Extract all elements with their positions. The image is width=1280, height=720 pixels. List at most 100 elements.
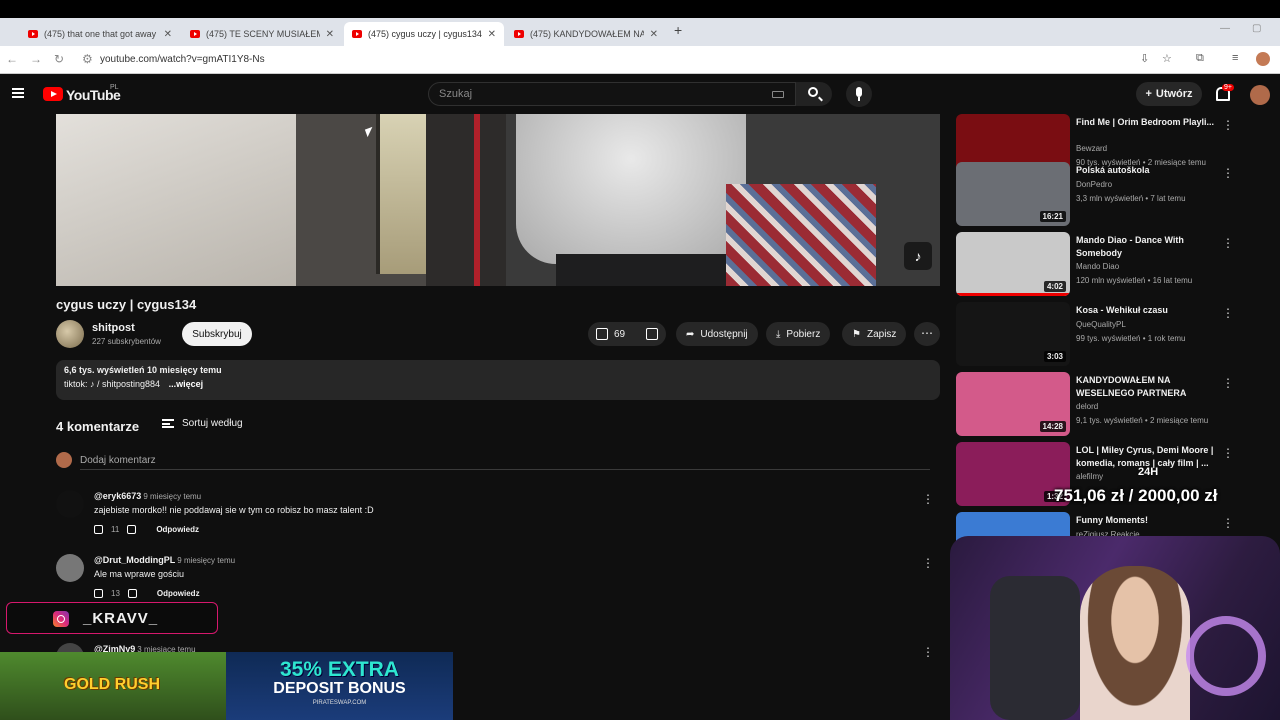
webcam-chair bbox=[990, 576, 1080, 720]
add-comment-input[interactable] bbox=[80, 452, 930, 470]
site-info-icon[interactable]: ⚙ bbox=[82, 52, 93, 66]
search-button[interactable] bbox=[796, 82, 832, 106]
share-button[interactable]: ➦ Udostępnij bbox=[676, 322, 758, 346]
browser-tab-active[interactable]: (475) cygus uczy | cygus134 - Y ✕ bbox=[344, 22, 504, 46]
instagram-icon bbox=[53, 611, 69, 627]
kebab-menu-icon[interactable]: ⋮ bbox=[1222, 236, 1234, 250]
url-text[interactable]: youtube.com/watch?v=gmATI1Y8-Ns bbox=[100, 54, 265, 65]
install-icon[interactable]: ⇩ bbox=[1140, 52, 1149, 65]
kebab-menu-icon[interactable]: ⋮ bbox=[922, 492, 934, 506]
create-button[interactable]: + Utwórz bbox=[1136, 82, 1202, 106]
os-top-bar bbox=[0, 0, 1280, 18]
tab-label: (475) that one that got away re bbox=[44, 29, 158, 39]
search-input[interactable] bbox=[429, 83, 759, 105]
star-icon[interactable]: ☆ bbox=[1162, 52, 1172, 65]
recommended-video[interactable]: 4:02 Mando Diao - Dance With Somebody Mand… bbox=[956, 232, 1266, 296]
save-label: Zapisz bbox=[866, 328, 897, 340]
recommended-title[interactable]: Funny Moments! bbox=[1076, 514, 1226, 527]
commenter-handle[interactable]: @eryk6673 9 miesięcy temu bbox=[94, 491, 201, 501]
thumbs-down-icon[interactable] bbox=[127, 525, 137, 534]
subscribe-button[interactable]: Subskrybuj bbox=[182, 322, 252, 346]
tiktok-watermark-icon: ♪ bbox=[904, 242, 932, 270]
ad-left-text: GOLD RUSH bbox=[64, 676, 160, 693]
kebab-menu-icon[interactable]: ⋮ bbox=[1222, 516, 1234, 530]
kebab-menu-icon[interactable]: ⋮ bbox=[1222, 376, 1234, 390]
recommended-title[interactable]: Polská autoškola bbox=[1076, 164, 1226, 177]
browser-profile-avatar[interactable] bbox=[1256, 52, 1270, 66]
recommended-channel[interactable]: alefilmy bbox=[1076, 472, 1103, 481]
kebab-menu-icon[interactable]: ⋮ bbox=[1222, 306, 1234, 320]
video-player[interactable]: ♪ bbox=[56, 114, 940, 286]
video-thumbnail[interactable]: 14:28 bbox=[956, 372, 1070, 436]
browser-tab[interactable]: (475) TE SCENY MUSIAŁEM W ✕ bbox=[182, 22, 342, 46]
comment-actions: 11 Odpowiedz bbox=[94, 525, 199, 534]
media-icon[interactable]: ≡ bbox=[1232, 52, 1238, 64]
sort-comments-button[interactable]: Sortuj według bbox=[162, 418, 243, 429]
kebab-menu-icon[interactable]: ⋮ bbox=[1222, 166, 1234, 180]
close-icon[interactable]: ✕ bbox=[164, 29, 172, 40]
kebab-menu-icon[interactable]: ⋮ bbox=[922, 556, 934, 570]
browser-tab[interactable]: (475) KANDYDOWAŁEM NA W ✕ bbox=[506, 22, 666, 46]
recommended-channel[interactable]: Mando Diao bbox=[1076, 262, 1119, 271]
download-label: Pobierz bbox=[786, 328, 821, 340]
recommended-title[interactable]: Find Me | Orim Bedroom Playli... bbox=[1076, 116, 1226, 129]
sort-label: Sortuj według bbox=[182, 418, 243, 429]
youtube-header: YouTube PL + Utwórz 9+ bbox=[0, 76, 1280, 114]
recommended-title[interactable]: KANDYDOWAŁEM NA WESELNEGO PARTNERA bbox=[1076, 374, 1226, 400]
commenter-handle[interactable]: @Drut_ModdingPL 9 miesięcy temu bbox=[94, 555, 235, 565]
thumbs-up-icon[interactable] bbox=[94, 525, 103, 534]
video-thumbnail[interactable]: 4:02 bbox=[956, 232, 1070, 296]
channel-avatar[interactable] bbox=[56, 320, 84, 348]
forward-icon[interactable]: → bbox=[30, 52, 42, 66]
comment-item: @eryk6673 9 miesięcy temu zajebiste mordk… bbox=[56, 490, 936, 546]
thumbs-down-icon[interactable] bbox=[127, 589, 137, 598]
commenter-avatar[interactable] bbox=[56, 554, 84, 582]
youtube-logo-icon[interactable] bbox=[43, 87, 63, 101]
youtube-favicon-icon bbox=[190, 30, 200, 38]
reply-button[interactable]: Odpowiedz bbox=[156, 525, 199, 534]
video-description[interactable]: 6,6 tys. wyświetleń 10 miesięcy temu tik… bbox=[56, 360, 940, 400]
kebab-menu-icon[interactable]: ⋮ bbox=[1222, 118, 1234, 132]
recommended-title[interactable]: Mando Diao - Dance With Somebody bbox=[1076, 234, 1226, 260]
recommended-video[interactable]: 3:03 Kosa - Wehikuł czasu QueQualityPL 99 t… bbox=[956, 302, 1266, 366]
reload-icon[interactable]: ↻ bbox=[54, 52, 64, 66]
recommended-title[interactable]: Kosa - Wehikuł czasu bbox=[1076, 304, 1226, 317]
hamburger-menu-icon[interactable] bbox=[12, 88, 24, 98]
video-frame-window bbox=[376, 114, 426, 274]
save-button[interactable]: ⚑ Zapisz bbox=[842, 322, 907, 346]
new-tab-icon[interactable]: + bbox=[674, 22, 682, 38]
keyboard-icon[interactable] bbox=[772, 91, 784, 98]
close-icon[interactable]: ✕ bbox=[326, 29, 334, 40]
account-avatar[interactable] bbox=[1250, 85, 1270, 105]
recommended-video[interactable]: 14:28 KANDYDOWAŁEM NA WESELNEGO PARTNERA d… bbox=[956, 372, 1266, 436]
kebab-menu-icon[interactable]: ⋮ bbox=[922, 645, 934, 659]
thumbs-up-icon[interactable] bbox=[94, 589, 103, 598]
extensions-icon[interactable]: ⧉ bbox=[1196, 52, 1204, 65]
kebab-menu-icon[interactable]: ⋮ bbox=[1222, 446, 1234, 460]
reply-button[interactable]: Odpowiedz bbox=[157, 589, 200, 598]
close-icon[interactable]: ✕ bbox=[650, 29, 658, 40]
voice-search-button[interactable] bbox=[846, 81, 872, 107]
recommended-channel[interactable]: QueQualityPL bbox=[1076, 320, 1126, 329]
recommended-channel[interactable]: DonPedro bbox=[1076, 180, 1112, 189]
minimize-icon[interactable]: — bbox=[1220, 23, 1230, 34]
video-frame-shadow bbox=[426, 114, 506, 286]
webcam-ring-light bbox=[1186, 616, 1266, 696]
like-button[interactable]: 69 bbox=[596, 328, 625, 340]
channel-name[interactable]: shitpost bbox=[92, 322, 135, 334]
more-actions-icon[interactable]: ⋯ bbox=[914, 322, 940, 346]
back-icon[interactable]: ← bbox=[6, 52, 18, 66]
recommended-video[interactable]: 16:21 Polská autoškola DonPedro 3,3 mln wyś… bbox=[956, 162, 1266, 226]
video-thumbnail[interactable]: 16:21 bbox=[956, 162, 1070, 226]
browser-tab[interactable]: (475) that one that got away re ✕ bbox=[20, 22, 180, 46]
show-more-link[interactable]: ...więcej bbox=[169, 379, 204, 389]
recommended-channel[interactable]: Bewzard bbox=[1076, 144, 1107, 153]
maximize-icon[interactable]: ▢ bbox=[1252, 23, 1261, 34]
close-icon[interactable]: ✕ bbox=[488, 29, 496, 40]
video-thumbnail[interactable]: 3:03 bbox=[956, 302, 1070, 366]
recommended-channel[interactable]: delord bbox=[1076, 402, 1098, 411]
download-button[interactable]: ⤓ Pobierz bbox=[766, 322, 831, 346]
commenter-avatar[interactable] bbox=[56, 490, 84, 518]
thumbs-down-icon[interactable] bbox=[646, 328, 658, 340]
video-thumbnail[interactable]: 1:32 bbox=[956, 442, 1070, 506]
